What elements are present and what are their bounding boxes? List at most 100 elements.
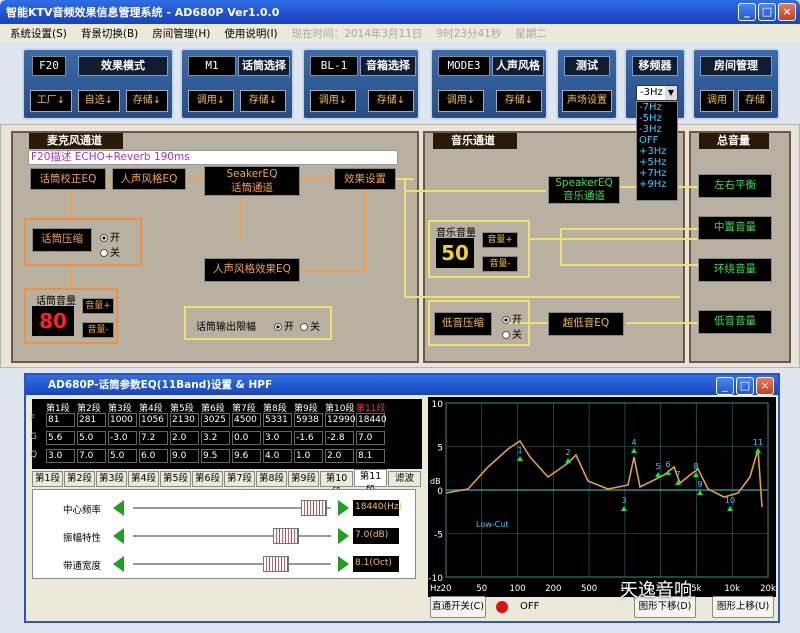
mic-recall-button[interactable]: 调用↓ [188,90,234,112]
freq-option[interactable]: +7Hz [637,168,677,179]
effect-store-button[interactable]: 存储↓ [126,90,168,112]
bypass-button[interactable]: 直通开关(C) [430,596,486,618]
param-cell[interactable]: 5331 [263,413,292,427]
music-volume-down[interactable]: 音量- [482,256,518,272]
gain-right-arrow-icon[interactable] [338,528,349,544]
gain-thumb[interactable] [273,528,299,544]
param-cell[interactable]: 7.0 [77,449,106,463]
band-tab[interactable]: 第7段 [224,471,255,487]
mic-volume-up[interactable]: 音量+ [82,298,114,314]
freq-shift-title[interactable]: 移频器 [632,56,678,76]
music-volume-up[interactable]: 音量+ [482,232,518,248]
mic-limit-off[interactable]: 关 [300,318,320,333]
voice-style-eq-node[interactable]: 人声风格EQ [112,168,186,190]
freq-thumb[interactable] [301,500,327,516]
param-cell[interactable]: 4500 [232,413,261,427]
band-tab[interactable]: 第10段 [320,471,353,498]
freq-shift-select[interactable]: -3Hz ▼ [636,85,678,101]
param-cell[interactable]: 81 [46,413,75,427]
bass-compress-on[interactable]: 开 [502,311,522,326]
voice-recall-button[interactable]: 调用↓ [438,90,484,112]
param-cell[interactable]: 2.0 [325,449,354,463]
freq-option[interactable]: OFF [637,135,677,146]
surround-volume-node[interactable]: 环绕音量 [698,258,772,282]
param-cell[interactable]: 1000 [108,413,137,427]
freq-option[interactable]: +5Hz [637,157,677,168]
test-title[interactable]: 测试 [564,56,610,76]
center-volume-node[interactable]: 中置音量 [698,216,772,240]
freq-left-arrow-icon[interactable] [113,500,124,516]
band-tab[interactable]: 第4段 [128,471,159,487]
band-tab[interactable]: 第3段 [96,471,127,487]
param-cell[interactable]: 5.0 [108,449,137,463]
bw-right-arrow-icon[interactable] [338,556,349,572]
band-tab[interactable]: 第2段 [64,471,95,487]
freq-right-arrow-icon[interactable] [338,500,349,516]
param-cell[interactable]: 1.0 [294,449,323,463]
param-cell[interactable]: 5.6 [46,431,75,445]
param-cell[interactable]: 7.2 [139,431,168,445]
param-cell[interactable]: 5938 [294,413,323,427]
speaker-recall-button[interactable]: 调用↓ [310,90,356,112]
graph-up-button[interactable]: 图形上移(U) [712,596,774,618]
param-cell[interactable]: 6.0 [139,449,168,463]
band-tab[interactable]: 第1段 [32,471,63,487]
param-cell[interactable]: 9.6 [232,449,261,463]
param-cell[interactable]: 12990 [325,413,356,427]
seaker-eq-node[interactable]: SeakerEQ 话筒通道 [204,166,300,196]
balance-node[interactable]: 左右平衡 [698,174,772,198]
band-tab[interactable]: 第8段 [256,471,287,487]
maximize-button[interactable]: □ [758,3,776,21]
freq-option[interactable]: +9Hz [637,179,677,190]
param-cell[interactable]: 0.0 [232,431,261,445]
param-cell[interactable]: 1056 [139,413,168,427]
param-cell[interactable]: -3.0 [108,431,137,445]
room-store-button[interactable]: 存储 [738,90,772,112]
custom-button[interactable]: 自选↓ [78,90,120,112]
close-button[interactable]: × [778,3,796,21]
band-tab[interactable]: 第11段 [354,469,387,496]
freq-option[interactable]: -3Hz [637,124,677,135]
param-cell[interactable]: 9.0 [170,449,199,463]
bass-compress-node[interactable]: 低音压缩 [434,312,492,336]
sound-field-button[interactable]: 声场设置 [562,90,612,112]
bass-volume-node[interactable]: 低音音量 [698,310,772,334]
param-cell[interactable]: 281 [77,413,106,427]
param-cell[interactable]: 2.0 [170,431,199,445]
eq-minimize-button[interactable]: _ [716,377,734,395]
speaker-store-button[interactable]: 存储↓ [368,90,414,112]
param-cell[interactable]: 2130 [170,413,199,427]
param-cell[interactable]: 3.2 [201,431,230,445]
freq-option[interactable]: -7Hz [637,102,677,113]
mic-store-button[interactable]: 存储↓ [240,90,286,112]
bw-track[interactable] [133,563,331,565]
param-cell[interactable]: 3025 [201,413,230,427]
effect-settings-node[interactable]: 效果设置 [334,168,396,190]
freq-option[interactable]: -5Hz [637,113,677,124]
band-tab[interactable]: 第5段 [160,471,191,487]
speaker-eq-node[interactable]: SpeakerEQ 音乐通道 [548,176,620,204]
mic-compress-on[interactable]: 开 [100,229,120,244]
mic-select-title[interactable]: 话筒选择 [238,56,290,76]
param-cell[interactable]: 7.0 [356,431,385,445]
eq-maximize-button[interactable]: □ [736,377,754,395]
band-tab[interactable]: 第9段 [288,471,319,487]
gain-left-arrow-icon[interactable] [113,528,124,544]
bass-compress-off[interactable]: 关 [502,326,522,341]
voice-store-button[interactable]: 存储↓ [496,90,542,112]
room-recall-button[interactable]: 调用 [700,90,734,112]
gain-track[interactable] [133,535,331,537]
param-cell[interactable]: 5.0 [77,431,106,445]
band-tab[interactable]: 第6段 [192,471,223,487]
factory-button[interactable]: 工厂↓ [30,90,72,112]
param-cell[interactable]: -2.8 [325,431,354,445]
eq-close-button[interactable]: × [756,377,774,395]
mic-eq-node[interactable]: 话筒校正EQ [30,168,106,190]
room-title[interactable]: 房间管理 [700,56,772,76]
param-cell[interactable]: 18440 [356,413,387,427]
sub-eq-node[interactable]: 超低音EQ [548,312,624,336]
param-cell[interactable]: -1.6 [294,431,323,445]
effect-mode-title[interactable]: 效果模式 [78,56,168,76]
param-cell[interactable]: 4.0 [263,449,292,463]
chevron-down-icon[interactable]: ▼ [665,86,677,100]
